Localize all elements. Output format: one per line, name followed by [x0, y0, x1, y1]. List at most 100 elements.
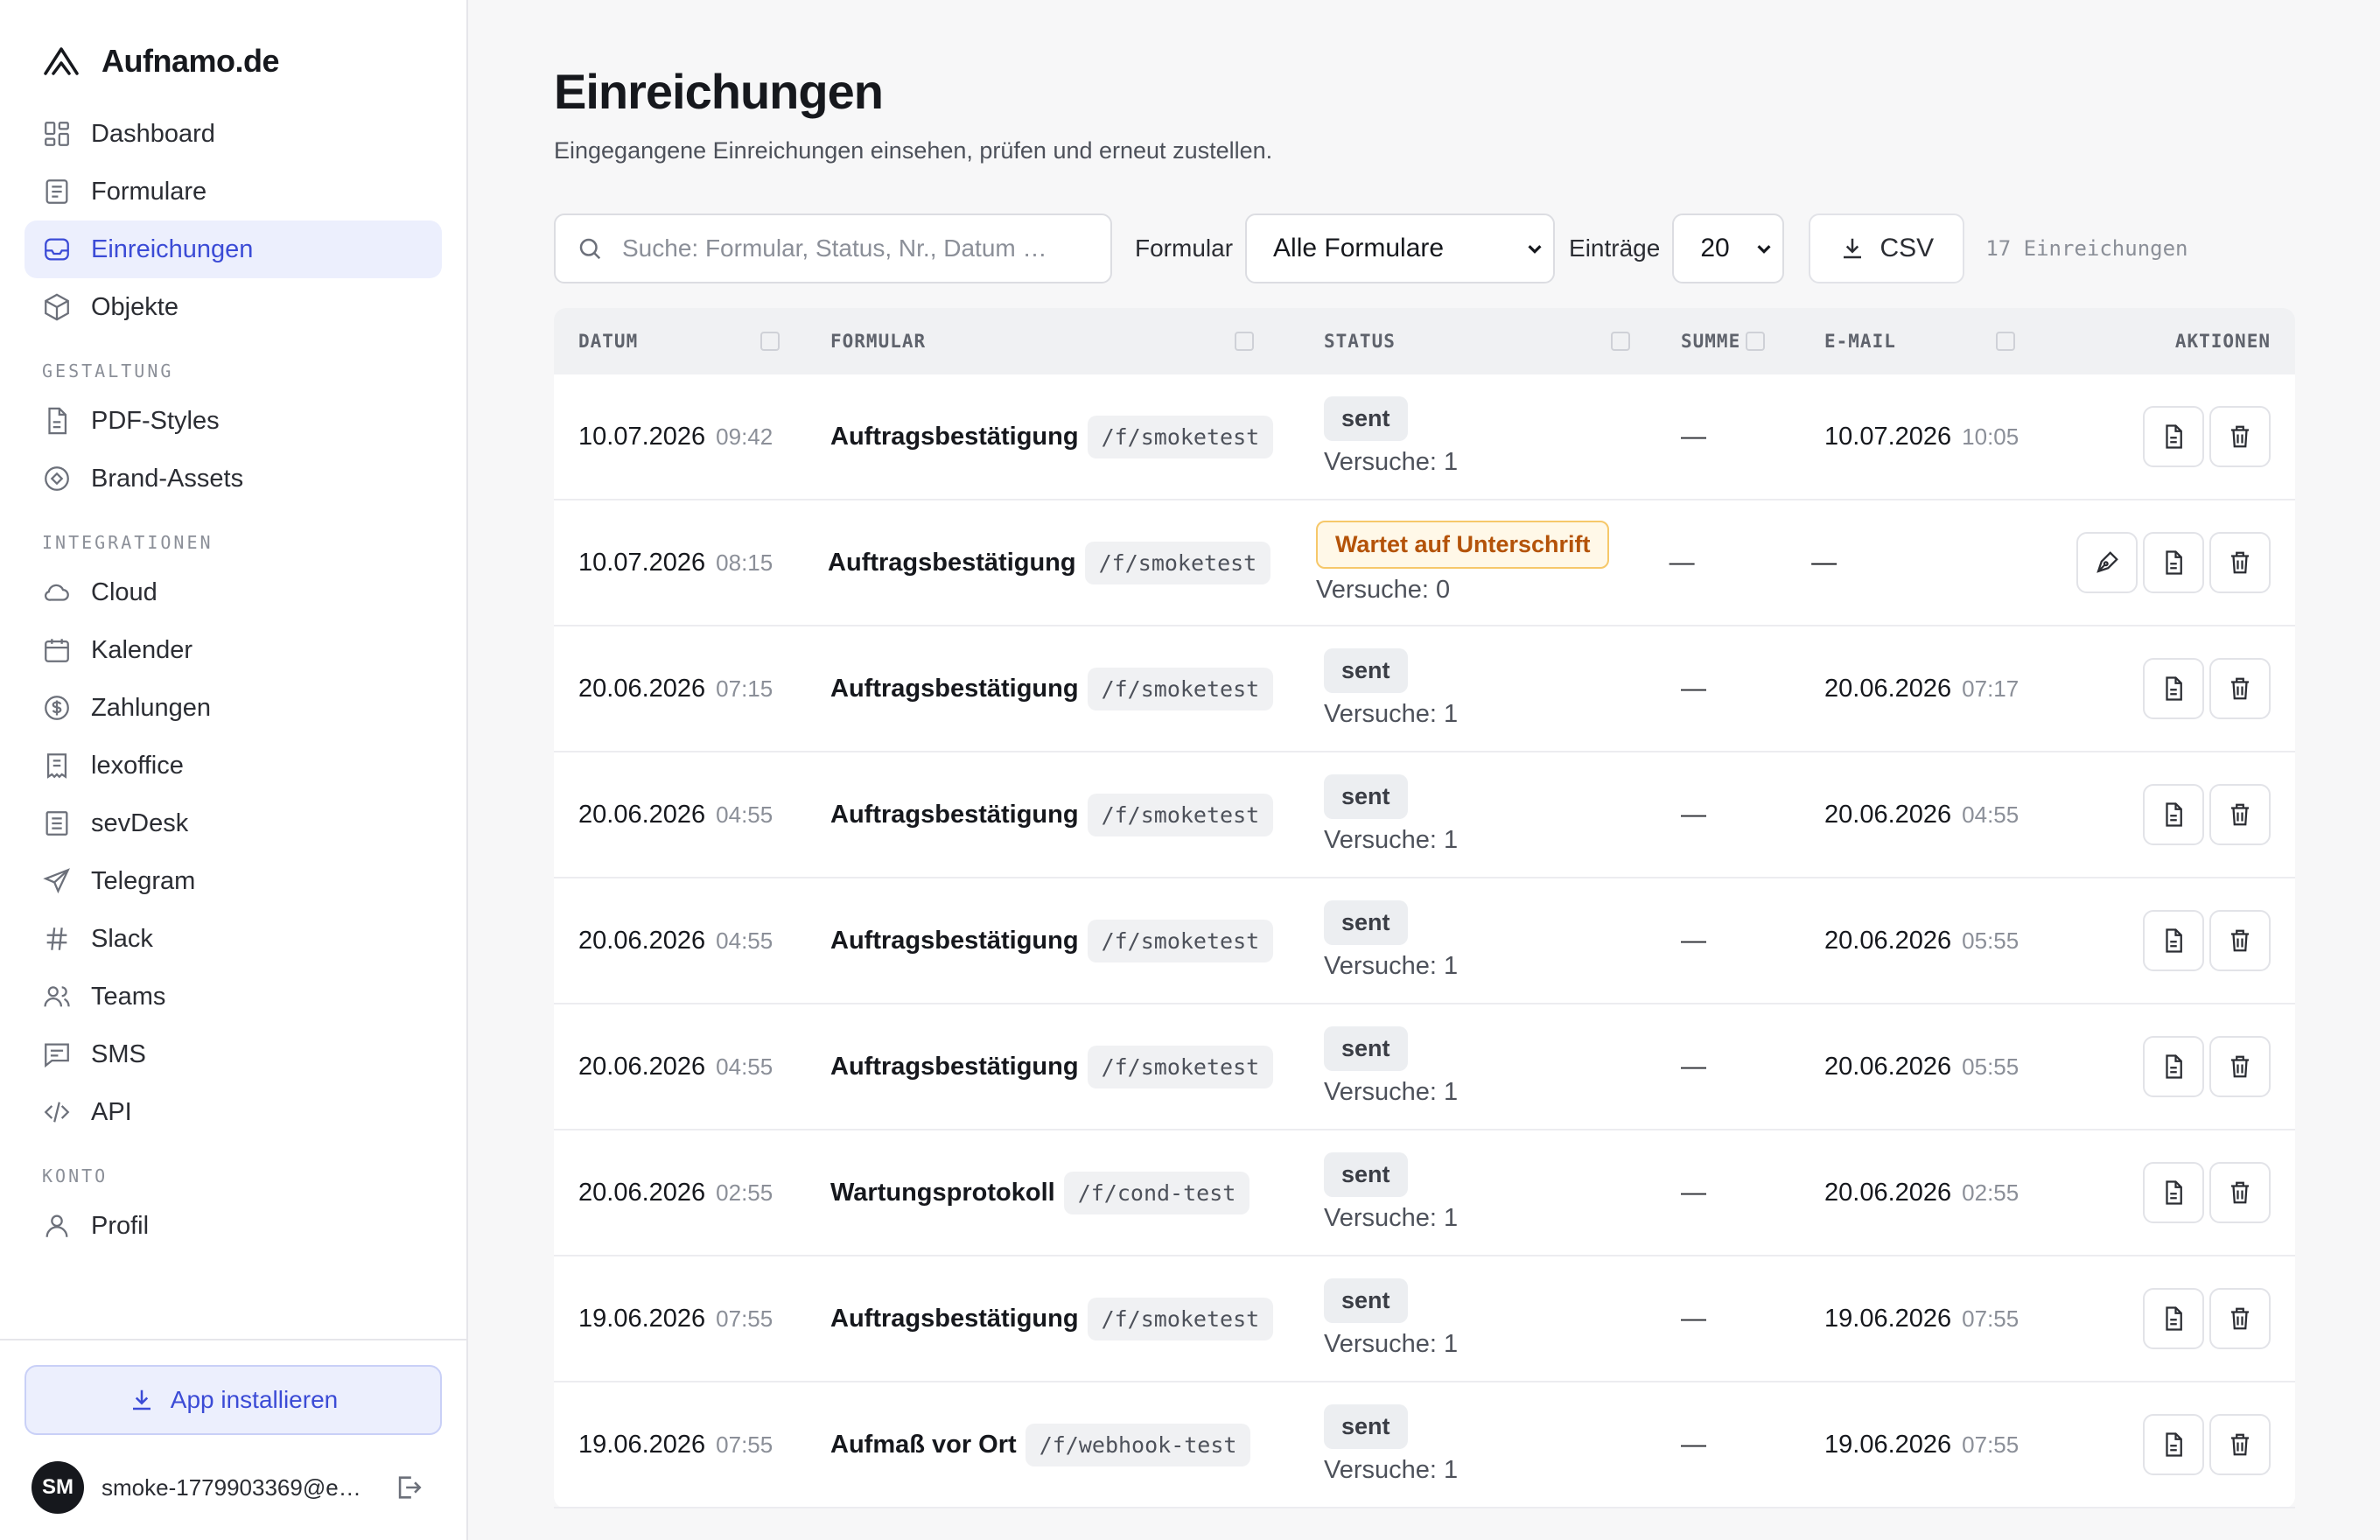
nav-item-objekte[interactable]: Objekte [24, 278, 442, 336]
nav-item-teams[interactable]: Teams [24, 968, 442, 1026]
form-filter-value: Alle Formulare [1273, 234, 1445, 262]
column-toggle-checkbox[interactable] [1611, 332, 1630, 351]
email-time: 10:05 [1962, 423, 2020, 450]
search-icon [579, 238, 601, 260]
email-time: 07:17 [1962, 675, 2020, 702]
view-pdf-button[interactable] [2143, 784, 2204, 845]
brand[interactable]: Aufnamo.de [0, 30, 466, 93]
table-row[interactable]: 20.06.2026 07:15 Auftragsbestätigung /f/… [554, 626, 2295, 752]
view-pdf-button[interactable] [2143, 1288, 2204, 1349]
nav-item-pdf-styles[interactable]: PDF-Styles [24, 392, 442, 450]
nav-item-lexoffice[interactable]: lexoffice [24, 737, 442, 794]
search-input[interactable] [622, 234, 1077, 262]
delete-button[interactable] [2209, 658, 2271, 719]
nav-item-zahlungen[interactable]: Zahlungen [24, 679, 442, 737]
nav-label: Kalender [91, 635, 193, 664]
delete-button[interactable] [2209, 532, 2271, 593]
view-pdf-button[interactable] [2143, 1162, 2204, 1223]
view-pdf-button[interactable] [2143, 658, 2204, 719]
nav-item-profil[interactable]: Profil [24, 1197, 442, 1255]
column-toggle-checkbox[interactable] [1746, 332, 1765, 351]
cell-email: 19.06.2026 07:55 [1800, 1431, 2062, 1460]
column-toggle-checkbox[interactable] [760, 332, 780, 351]
view-pdf-button[interactable] [2143, 1036, 2204, 1097]
nav-item-kalender[interactable]: Kalender [24, 621, 442, 679]
search-box[interactable] [554, 214, 1112, 284]
nav-item-telegram[interactable]: Telegram [24, 852, 442, 910]
submission-date: 20.06.2026 [578, 800, 706, 829]
logout-icon[interactable] [394, 1473, 424, 1502]
table-row[interactable]: 20.06.2026 04:55 Auftragsbestätigung /f/… [554, 878, 2295, 1004]
download-icon [132, 1390, 150, 1410]
column-formular[interactable]: FORMULAR [806, 308, 1299, 374]
delete-button[interactable] [2209, 1036, 2271, 1097]
cell-date: 20.06.2026 04:55 [554, 1053, 806, 1082]
nav-label: Zahlungen [91, 693, 212, 722]
cell-sum: — [1645, 549, 1787, 578]
delete-button[interactable] [2209, 910, 2271, 971]
form-name[interactable]: Auftragsbestätigung [830, 801, 1079, 830]
sum-value: — [1681, 1052, 1706, 1081]
submission-date: 19.06.2026 [578, 1430, 706, 1459]
column-email[interactable]: E-MAIL [1800, 308, 2062, 374]
submission-time: 07:15 [716, 675, 774, 702]
entries-select[interactable]: 20 [1672, 214, 1785, 284]
document-icon [2166, 1054, 2182, 1079]
nav-item-einreichungen[interactable]: Einreichungen [24, 220, 442, 278]
table-row[interactable]: 20.06.2026 04:55 Auftragsbestätigung /f/… [554, 1004, 2295, 1130]
form-name[interactable]: Auftragsbestätigung [830, 927, 1079, 956]
table-row[interactable]: 10.07.2026 09:42 Auftragsbestätigung /f/… [554, 374, 2295, 500]
form-name[interactable]: Auftragsbestätigung [828, 549, 1076, 578]
form-filter-select[interactable]: Alle Formulare [1245, 214, 1556, 284]
nav-item-dashboard[interactable]: Dashboard [24, 105, 442, 163]
sign-button[interactable] [2076, 532, 2138, 593]
delete-button[interactable] [2209, 406, 2271, 467]
form-name[interactable]: Auftragsbestätigung [830, 1305, 1079, 1334]
table-row[interactable]: 20.06.2026 02:55 Wartungsprotokoll /f/co… [554, 1130, 2295, 1256]
nav-section-integrationen: INTEGRATIONEN [42, 532, 214, 553]
form-name[interactable]: Aufmaß vor Ort [830, 1431, 1017, 1460]
column-toggle-checkbox[interactable] [1235, 332, 1254, 351]
view-pdf-button[interactable] [2143, 532, 2204, 593]
email-time: 04:55 [1962, 801, 2020, 828]
cell-email: — [1787, 549, 2047, 578]
avatar[interactable]: SM [32, 1461, 84, 1514]
nav-item-sevdesk[interactable]: sevDesk [24, 794, 442, 852]
column-status[interactable]: STATUS [1299, 308, 1656, 374]
cell-actions [2062, 784, 2295, 845]
document-icon [2166, 1180, 2182, 1205]
delete-button[interactable] [2209, 784, 2271, 845]
delete-button[interactable] [2209, 1162, 2271, 1223]
install-app-button[interactable]: App installieren [24, 1365, 442, 1435]
table-row[interactable]: 19.06.2026 07:55 Aufmaß vor Ort /f/webho… [554, 1382, 2295, 1508]
nav-item-brand-assets[interactable]: Brand-Assets [24, 450, 442, 508]
signature-pen-icon [2096, 551, 2118, 573]
form-name[interactable]: Wartungsprotokoll [830, 1179, 1055, 1208]
form-name[interactable]: Auftragsbestätigung [830, 675, 1079, 704]
nav-item-formulare[interactable]: Formulare [24, 163, 442, 220]
view-pdf-button[interactable] [2143, 406, 2204, 467]
form-path: /f/smoketest [1087, 667, 1274, 710]
submission-time: 04:55 [716, 1053, 774, 1080]
nav-item-sms[interactable]: SMS [24, 1026, 442, 1083]
nav-item-api[interactable]: API [24, 1083, 442, 1141]
view-pdf-button[interactable] [2143, 910, 2204, 971]
nav-item-slack[interactable]: Slack [24, 910, 442, 968]
delete-button[interactable] [2209, 1414, 2271, 1475]
column-datum[interactable]: DATUM [554, 308, 806, 374]
form-name[interactable]: Auftragsbestätigung [830, 1053, 1079, 1082]
attempts-count: Versuche: 1 [1324, 700, 1459, 728]
table-row[interactable]: 10.07.2026 08:15 Auftragsbestätigung /f/… [554, 500, 2295, 626]
column-toggle-checkbox[interactable] [1996, 332, 2015, 351]
table-row[interactable]: 20.06.2026 04:55 Auftragsbestätigung /f/… [554, 752, 2295, 878]
delete-button[interactable] [2209, 1288, 2271, 1349]
csv-export-button[interactable]: CSV [1809, 214, 1965, 284]
nav-item-cloud[interactable]: Cloud [24, 564, 442, 621]
table-row[interactable]: 19.06.2026 07:55 Auftragsbestätigung /f/… [554, 1256, 2295, 1382]
form-name[interactable]: Auftragsbestätigung [830, 423, 1079, 452]
view-pdf-button[interactable] [2143, 1414, 2204, 1475]
column-summe[interactable]: SUMME [1656, 308, 1800, 374]
status-badge: sent [1324, 396, 1408, 441]
attempts-count: Versuche: 1 [1324, 952, 1459, 980]
chevron-down-icon [1528, 245, 1542, 254]
